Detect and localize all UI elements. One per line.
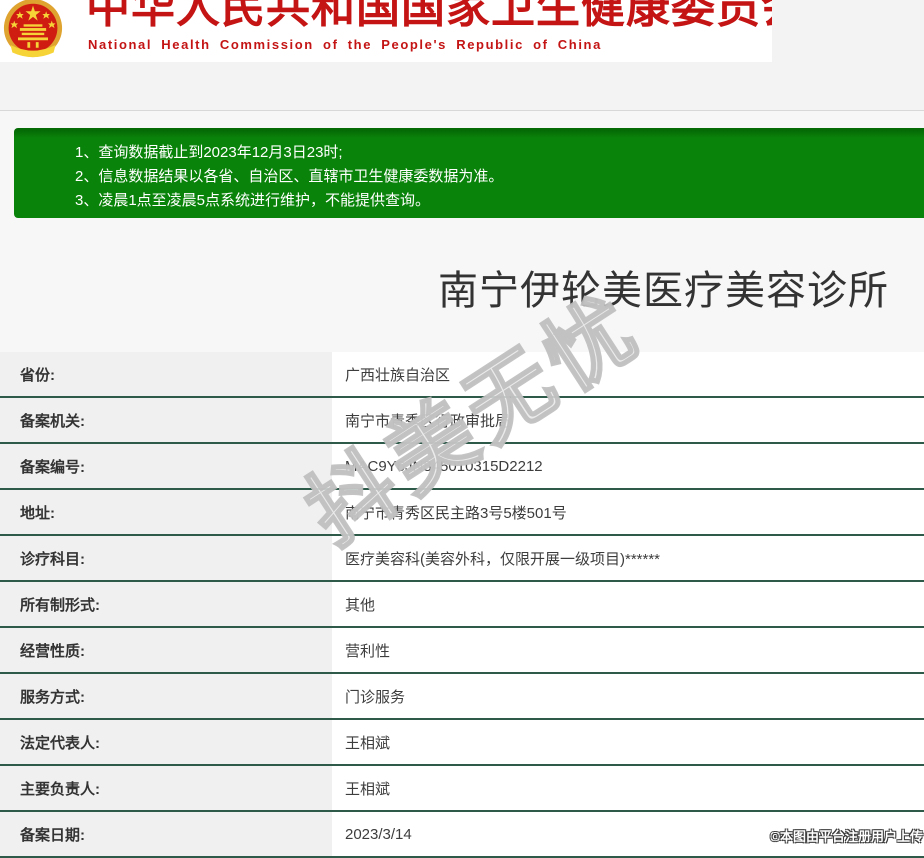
field-label: 所有制形式: bbox=[0, 582, 332, 626]
field-label: 经营性质: bbox=[0, 628, 332, 672]
field-value: 王相斌 bbox=[332, 720, 924, 764]
record-detail-table: 省份: 广西壮族自治区 备案机关: 南宁市青秀区行政审批局 备案编号: MAC9… bbox=[0, 352, 924, 858]
table-row: 省份: 广西壮族自治区 bbox=[0, 352, 924, 398]
field-value: 广西壮族自治区 bbox=[332, 352, 924, 396]
field-label: 备案日期: bbox=[0, 812, 332, 856]
field-value: 其他 bbox=[332, 582, 924, 626]
site-header: 中华人民共和国国家卫生健康委员会 National Health Commiss… bbox=[0, 0, 772, 62]
field-value: 王相斌 bbox=[332, 766, 924, 810]
table-row: 诊疗科目: 医疗美容科(美容外科，仅限开展一级项目)****** bbox=[0, 536, 924, 582]
field-value: 南宁市青秀区行政审批局 bbox=[332, 398, 924, 442]
field-label: 备案编号: bbox=[0, 444, 332, 488]
site-title-chinese: 中华人民共和国国家卫生健康委员会 bbox=[86, 0, 772, 32]
china-national-emblem-icon bbox=[3, 0, 63, 58]
table-row: 备案机关: 南宁市青秀区行政审批局 bbox=[0, 398, 924, 444]
table-row: 所有制形式: 其他 bbox=[0, 582, 924, 628]
table-row: 经营性质: 营利性 bbox=[0, 628, 924, 674]
field-value: 营利性 bbox=[332, 628, 924, 672]
field-label: 服务方式: bbox=[0, 674, 332, 718]
notice-line: 2、信息数据结果以各省、自治区、直辖市卫生健康委数据为准。 bbox=[75, 168, 504, 185]
notice-banner: 1、查询数据截止到2023年12月3日23时; 2、信息数据结果以各省、自治区、… bbox=[14, 128, 924, 218]
notice-line: 1、查询数据截止到2023年12月3日23时; bbox=[75, 144, 343, 161]
site-title-english: National Health Commission of the People… bbox=[88, 37, 602, 52]
field-label: 地址: bbox=[0, 490, 332, 534]
table-row: 主要负责人: 王相斌 bbox=[0, 766, 924, 812]
field-label: 省份: bbox=[0, 352, 332, 396]
notice-line: 3、凌晨1点至凌晨5点系统进行维护，不能提供查询。 bbox=[75, 192, 431, 209]
table-row: 地址: 南宁市青秀区民主路3号5楼501号 bbox=[0, 490, 924, 536]
table-row: 服务方式: 门诊服务 bbox=[0, 674, 924, 720]
field-value: 门诊服务 bbox=[332, 674, 924, 718]
field-label: 诊疗科目: bbox=[0, 536, 332, 580]
field-value: 医疗美容科(美容外科，仅限开展一级项目)****** bbox=[332, 536, 924, 580]
field-label: 备案机关: bbox=[0, 398, 332, 442]
field-label: 法定代表人: bbox=[0, 720, 332, 764]
table-row: 备案编号: MAC9Y6JN845010315D2212 bbox=[0, 444, 924, 490]
table-row: 法定代表人: 王相斌 bbox=[0, 720, 924, 766]
field-label: 主要负责人: bbox=[0, 766, 332, 810]
field-value: MAC9Y6JN845010315D2212 bbox=[332, 444, 924, 488]
field-value: 南宁市青秀区民主路3号5楼501号 bbox=[332, 490, 924, 534]
corner-upload-watermark: ©本图由平台注册用户上传 bbox=[770, 829, 923, 844]
institution-name-title: 南宁伊轮美医疗美容诊所 bbox=[438, 269, 889, 313]
